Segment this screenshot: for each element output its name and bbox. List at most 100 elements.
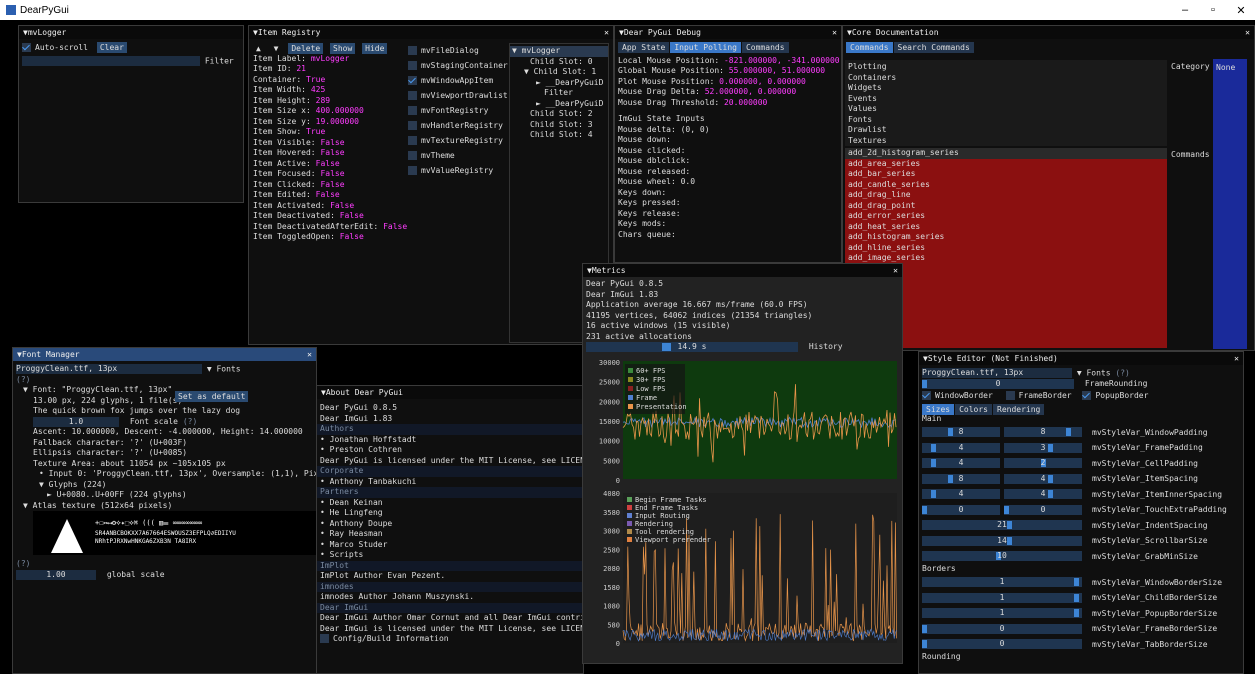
move-up-button[interactable]: ▲ (253, 43, 264, 54)
registry-window[interactable]: ▼ Item Registry ✕ ▲ ▼ Delete Show Hide It… (248, 25, 614, 345)
category-item[interactable]: Events (845, 94, 1167, 105)
tab-app-state[interactable]: App State (618, 42, 670, 53)
tree-node[interactable]: Filter (510, 88, 608, 99)
tree-node[interactable]: Child Slot: 0 (510, 57, 608, 68)
minimize-button[interactable]: – (1171, 4, 1199, 17)
font-detail[interactable]: • Input 0: 'ProggyClean.ttf, 13px', Over… (13, 469, 316, 480)
maximize-button[interactable]: ▫ (1199, 4, 1227, 17)
command-item[interactable]: add_area_series (845, 159, 1167, 170)
none-item[interactable]: None (1216, 63, 1235, 72)
close-icon[interactable]: ✕ (1234, 352, 1239, 365)
font-detail[interactable]: ► U+0080..U+00FF (224 glyphs) (13, 490, 316, 501)
tab-commands[interactable]: Commands (741, 42, 789, 53)
style-slider[interactable]: 8 (922, 473, 1000, 484)
tab-input-polling[interactable]: Input Polling (670, 42, 741, 53)
registry-type-item[interactable]: mvHandlerRegistry (405, 118, 505, 133)
font-manager-window[interactable]: ▼ Font Manager ✕ ProggyClean.ttf, 13px ▼ … (12, 347, 317, 674)
style-slider[interactable]: 4 (922, 458, 1000, 469)
command-item[interactable]: add_hline_series (845, 243, 1167, 254)
metrics-window[interactable]: ▼ Metrics ✕ Dear PyGui 0.8.5 Dear ImGui 1.… (582, 263, 903, 664)
style-slider[interactable]: 0 (1004, 504, 1082, 515)
style-font-combo[interactable]: ProggyClean.ttf, 13px (922, 368, 1072, 378)
command-item[interactable]: add_heat_series (845, 222, 1167, 233)
close-icon[interactable]: ✕ (893, 264, 898, 277)
history-slider[interactable]: 14.9 s (586, 342, 798, 353)
registry-titlebar[interactable]: ▼ Item Registry ✕ (249, 26, 613, 39)
docs-titlebar[interactable]: ▼ Core Documentation ✕ (843, 26, 1254, 39)
close-icon[interactable]: ✕ (604, 26, 609, 39)
font-scale-input[interactable]: 1.0 (33, 416, 119, 427)
type-checkbox[interactable] (408, 76, 417, 85)
registry-type-item[interactable]: mvTheme (405, 148, 505, 163)
implot-header[interactable]: ImPlot (317, 560, 583, 571)
help-text[interactable]: (?) (13, 375, 316, 386)
corporate-header[interactable]: Corporate (317, 466, 583, 477)
font-node[interactable]: ▼ Font: "ProggyClean.ttf, 13px" (13, 385, 316, 396)
type-checkbox[interactable] (408, 151, 417, 160)
category-item[interactable]: Fonts (845, 115, 1167, 126)
category-item[interactable]: Plotting (845, 62, 1167, 73)
window-border-checkbox[interactable] (922, 391, 931, 400)
metrics-titlebar[interactable]: ▼ Metrics ✕ (583, 264, 902, 277)
tree-node[interactable]: Child Slot: 2 (510, 109, 608, 120)
autoscroll-checkbox[interactable] (22, 43, 31, 52)
none-list[interactable]: None (1213, 59, 1247, 349)
registry-type-item[interactable]: mvViewportDrawlist (405, 88, 508, 103)
debug-window[interactable]: ▼ Dear PyGui Debug ✕ App State Input Polli… (614, 25, 842, 263)
category-item[interactable]: Widgets (845, 83, 1167, 94)
task-plot[interactable]: 4080 3580 3080 2580 2080 1580 1080 580 0 Begin Fr… (585, 489, 901, 649)
tree-node[interactable]: ► __DearPyGuiD (510, 99, 608, 110)
close-icon[interactable]: ✕ (832, 26, 837, 39)
style-slider[interactable]: 4 (922, 489, 1000, 500)
style-slider[interactable]: 4 (1004, 473, 1082, 484)
registry-type-item[interactable]: mvFontRegistry (405, 103, 505, 118)
style-editor-titlebar[interactable]: ▼ Style Editor (Not Finished) ✕ (919, 352, 1243, 365)
command-item[interactable]: add_drag_line (845, 190, 1167, 201)
show-button[interactable]: Show (330, 43, 356, 54)
command-item[interactable]: add_drag_point (845, 201, 1167, 212)
style-slider[interactable]: 4 (922, 442, 1000, 453)
global-scale-input[interactable]: 1.00 (16, 569, 96, 580)
style-slider[interactable]: 1 (922, 592, 1082, 603)
tab-commands[interactable]: Commands (846, 42, 893, 53)
help-text-2[interactable]: (?) (13, 559, 316, 570)
tree-node[interactable]: Child Slot: 3 (510, 120, 608, 131)
registry-type-item[interactable]: mvStagingContainer (405, 58, 508, 73)
category-item[interactable]: Containers (845, 73, 1167, 84)
logger-titlebar[interactable]: ▼ mvLogger (19, 26, 243, 39)
registry-type-item[interactable]: mvTextureRegistry (405, 133, 505, 148)
type-checkbox[interactable] (408, 166, 417, 175)
registry-type-item[interactable]: mvFileDialog (405, 43, 505, 58)
clear-button[interactable]: Clear (96, 42, 127, 53)
registry-type-item[interactable]: mvValueRegistry (405, 163, 505, 178)
tree-node[interactable]: ▼ Child Slot: 1 (510, 67, 608, 78)
registry-type-item[interactable]: mvWindowAppItem (405, 73, 505, 88)
set-default-button[interactable]: Set as default (175, 391, 249, 402)
debug-titlebar[interactable]: ▼ Dear PyGui Debug ✕ (615, 26, 841, 39)
tree-node[interactable]: ▼ mvLogger (510, 46, 608, 57)
tab-rendering[interactable]: Rendering (993, 403, 1045, 415)
frame-border-checkbox[interactable] (1005, 391, 1015, 400)
style-slider[interactable]: 1 (922, 608, 1082, 619)
style-slider[interactable]: 2 (1004, 458, 1082, 469)
imnodes-header[interactable]: imnodes (317, 581, 583, 592)
hide-button[interactable]: Hide (362, 43, 388, 54)
tab-search-commands[interactable]: Search Commands (893, 42, 974, 53)
command-item[interactable]: add_bar_series (845, 169, 1167, 180)
style-slider[interactable]: 14 (922, 535, 1082, 546)
command-item[interactable]: add_image_series (845, 253, 1167, 264)
style-slider[interactable]: 0 (922, 639, 1082, 650)
style-slider[interactable]: 0 (922, 504, 1000, 515)
style-slider[interactable]: 3 (1004, 442, 1082, 453)
about-titlebar[interactable]: ▼ About Dear PyGui (317, 386, 583, 399)
filter-input[interactable] (22, 55, 200, 66)
move-down-button[interactable]: ▼ (271, 43, 282, 54)
style-editor-window[interactable]: ▼ Style Editor (Not Finished) ✕ ProggyCle… (918, 351, 1244, 674)
type-checkbox[interactable] (408, 46, 417, 55)
type-checkbox[interactable] (408, 61, 417, 70)
docs-window[interactable]: ▼ Core Documentation ✕ Commands Search Com… (842, 25, 1255, 351)
style-slider[interactable]: 21 (922, 520, 1082, 531)
category-item[interactable]: Drawlist (845, 125, 1167, 136)
category-list[interactable]: Plotting Containers Widgets Events Values Fon… (845, 60, 1167, 146)
tab-sizes[interactable]: Sizes (922, 403, 955, 415)
